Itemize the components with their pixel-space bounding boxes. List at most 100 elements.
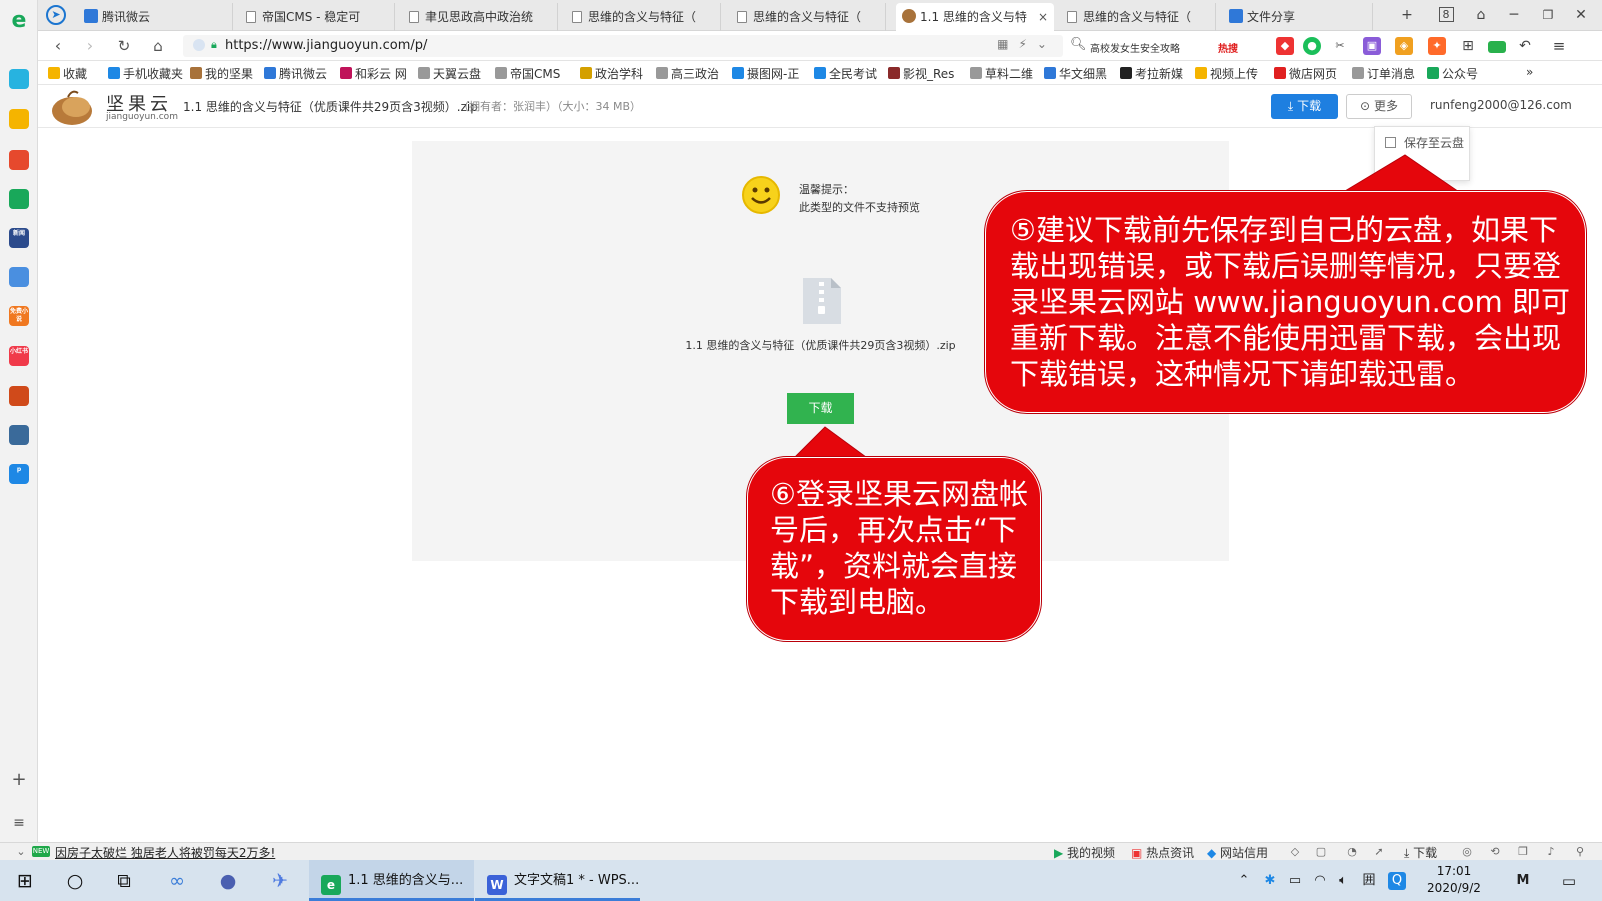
volume-icon[interactable]: 🔈︎ — [1334, 872, 1352, 890]
action-center-icon[interactable]: ▭ — [1560, 872, 1578, 890]
header-download-button[interactable]: ⤓ 下载 — [1271, 94, 1338, 119]
user-email[interactable]: runfeng2000@126.com — [1430, 98, 1572, 112]
status-video[interactable]: ▶ 我的视频 — [1054, 844, 1115, 861]
tab-close-icon[interactable]: × — [1038, 3, 1048, 31]
status-news[interactable]: ▣ 热点资讯 — [1131, 844, 1194, 861]
back-button[interactable]: ‹ — [48, 36, 68, 56]
bookmark-item[interactable]: 手机收藏夹 — [108, 65, 183, 82]
cloud-app-icon[interactable]: ∞ — [164, 868, 190, 894]
notify-logo-icon[interactable]: M — [1514, 872, 1532, 890]
news-icon[interactable]: 新闻 — [9, 228, 29, 248]
bookmark-item[interactable]: 全民考试 — [814, 65, 877, 82]
star-icon[interactable] — [9, 109, 29, 129]
shop-icon[interactable]: 小红书 — [9, 346, 29, 366]
cleanup-icon[interactable]: ◎ — [1460, 845, 1474, 859]
pay-icon[interactable]: p — [9, 464, 29, 484]
grid-icon[interactable]: ⊞ — [1459, 37, 1477, 55]
news-link[interactable]: 因房子太破烂 独居老人将被罚每天2万多! — [55, 844, 275, 861]
bookmark-item[interactable]: 政治学科 — [580, 65, 643, 82]
taskbar-app[interactable]: W 文字文稿1 * - WPS... — [475, 860, 640, 901]
menu-icon[interactable]: ≡ — [1550, 37, 1568, 55]
speed-icon[interactable]: ◔ — [1345, 845, 1359, 859]
tab-count-button[interactable]: 8 — [1435, 5, 1457, 25]
site-info-icon[interactable] — [193, 39, 205, 51]
novel-icon[interactable]: 免费小说 — [9, 306, 29, 326]
feishu-app-icon[interactable]: ✈ — [267, 868, 293, 894]
url-text[interactable]: https://www.jianguoyun.com/p/ — [225, 38, 427, 53]
bookmark-item[interactable]: 微店网页 — [1274, 65, 1337, 82]
rocket-icon[interactable]: ➚ — [1372, 845, 1386, 859]
bookmark-item[interactable]: 和彩云 网 — [340, 65, 407, 82]
tab[interactable]: 聿见思政高中政治统 — [403, 3, 558, 31]
bookmark-item[interactable]: 收藏 — [48, 65, 87, 82]
bookmark-item[interactable]: 帝国CMS — [495, 65, 560, 82]
battery-icon[interactable] — [1488, 41, 1506, 53]
tab[interactable]: 思维的含义与特征（ — [731, 3, 886, 31]
bookmark-item[interactable]: 视频上传 — [1195, 65, 1258, 82]
bluetooth-icon[interactable]: ✱ — [1261, 872, 1279, 890]
navigation-icon[interactable]: ➤ — [46, 5, 66, 25]
add-icon[interactable]: + — [9, 770, 29, 790]
clock[interactable]: 17:01 2020/9/2 — [1424, 863, 1484, 897]
bookmark-item[interactable]: 订单消息 — [1352, 65, 1415, 82]
doc-icon[interactable] — [9, 267, 29, 287]
refresh-button[interactable]: ↻ — [114, 36, 134, 56]
tab[interactable]: 思维的含义与特征（ — [566, 3, 721, 31]
restore-button[interactable]: ❐ — [1537, 5, 1559, 25]
plus-circle-icon[interactable] — [9, 69, 29, 89]
search-circle-icon[interactable]: ○ — [62, 868, 88, 894]
window-icon[interactable]: ❐ — [1516, 845, 1530, 859]
mail-icon[interactable] — [9, 189, 29, 209]
extension-green-icon[interactable]: ● — [1303, 37, 1321, 55]
preview-download-button[interactable]: 下载 — [787, 393, 854, 424]
minimize-button[interactable]: ─ — [1503, 5, 1525, 25]
bookmark-item[interactable]: 草料二维 — [970, 65, 1033, 82]
save-to-cloud-item[interactable]: 保存至云盘 — [1385, 134, 1464, 151]
input-method-icon[interactable]: Q — [1388, 872, 1406, 890]
sync-icon[interactable]: ⟲ — [1488, 845, 1502, 859]
skin-icon[interactable]: ⌂ — [1470, 5, 1492, 25]
undo-icon[interactable]: ↶ — [1516, 37, 1534, 55]
bookmark-item[interactable]: 摄图网-正 — [732, 65, 799, 82]
scissors-icon[interactable]: ✂ — [1331, 37, 1349, 55]
new-tab-button[interactable]: + — [1396, 5, 1418, 25]
tab[interactable]: 思维的含义与特征（ — [1061, 3, 1216, 31]
extension-chat-icon[interactable]: ◆ — [1276, 37, 1294, 55]
bookmark-item[interactable]: 我的坚果 — [190, 65, 253, 82]
weibo-icon[interactable] — [9, 150, 29, 170]
windows-start-icon[interactable]: ⊞ — [12, 868, 38, 894]
jianguoyun-logo[interactable] — [48, 87, 96, 127]
tray-expand-icon[interactable]: ⌃ — [1235, 872, 1253, 890]
address-tools-icon[interactable]: ▦⚡⌄ — [997, 37, 1057, 51]
bookmark-item[interactable]: 天翼云盘 — [418, 65, 481, 82]
volume-status-icon[interactable]: ♪ — [1544, 845, 1558, 859]
close-window-button[interactable]: ✕ — [1570, 5, 1592, 25]
wifi-icon[interactable]: ◠ — [1311, 872, 1329, 890]
extension-fox-icon[interactable]: ✦ — [1428, 37, 1446, 55]
game2-icon[interactable] — [9, 425, 29, 445]
battery-tray-icon[interactable]: ▭ — [1286, 872, 1304, 890]
tab[interactable]: 文件分享 — [1223, 3, 1373, 31]
bookmark-item[interactable]: 影视_Res — [888, 65, 954, 82]
address-bar[interactable]: 🔒︎ https://www.jianguoyun.com/p/ ▦⚡⌄ — [183, 35, 1063, 57]
ime-icon[interactable]: 囲 — [1360, 872, 1378, 890]
extension-purple-icon[interactable]: ▣ — [1363, 37, 1381, 55]
task-view-icon[interactable]: ⧉ — [111, 868, 137, 894]
more-button[interactable]: ⊙ 更多 — [1346, 94, 1412, 119]
status-download[interactable]: ⤓ 下载 — [1404, 844, 1437, 861]
tab[interactable]: 帝国CMS - 稳定可 — [240, 3, 395, 31]
search-box[interactable]: 🔍︎ 高校发女生安全攻略 热搜 — [1068, 35, 1238, 57]
zoom-icon[interactable]: ⚲ — [1573, 845, 1587, 859]
forward-button[interactable]: › — [80, 36, 100, 56]
game-icon[interactable] — [9, 386, 29, 406]
image-icon[interactable]: ▢ — [1314, 845, 1328, 859]
bookmark-item[interactable]: 华文细黑 — [1044, 65, 1107, 82]
bookmark-item[interactable]: 高三政治 — [656, 65, 719, 82]
shield-icon[interactable]: ◈ — [1395, 37, 1413, 55]
expand-icon[interactable]: ⌄ — [14, 845, 28, 859]
taskbar-app[interactable]: e 1.1 思维的含义与... — [309, 860, 474, 901]
bookmarks-more-button[interactable]: » — [1526, 65, 1533, 79]
home-button[interactable]: ⌂ — [148, 36, 168, 56]
bookmark-item[interactable]: 腾讯微云 — [264, 65, 327, 82]
tab-active[interactable]: 1.1 思维的含义与特 × — [896, 3, 1054, 31]
